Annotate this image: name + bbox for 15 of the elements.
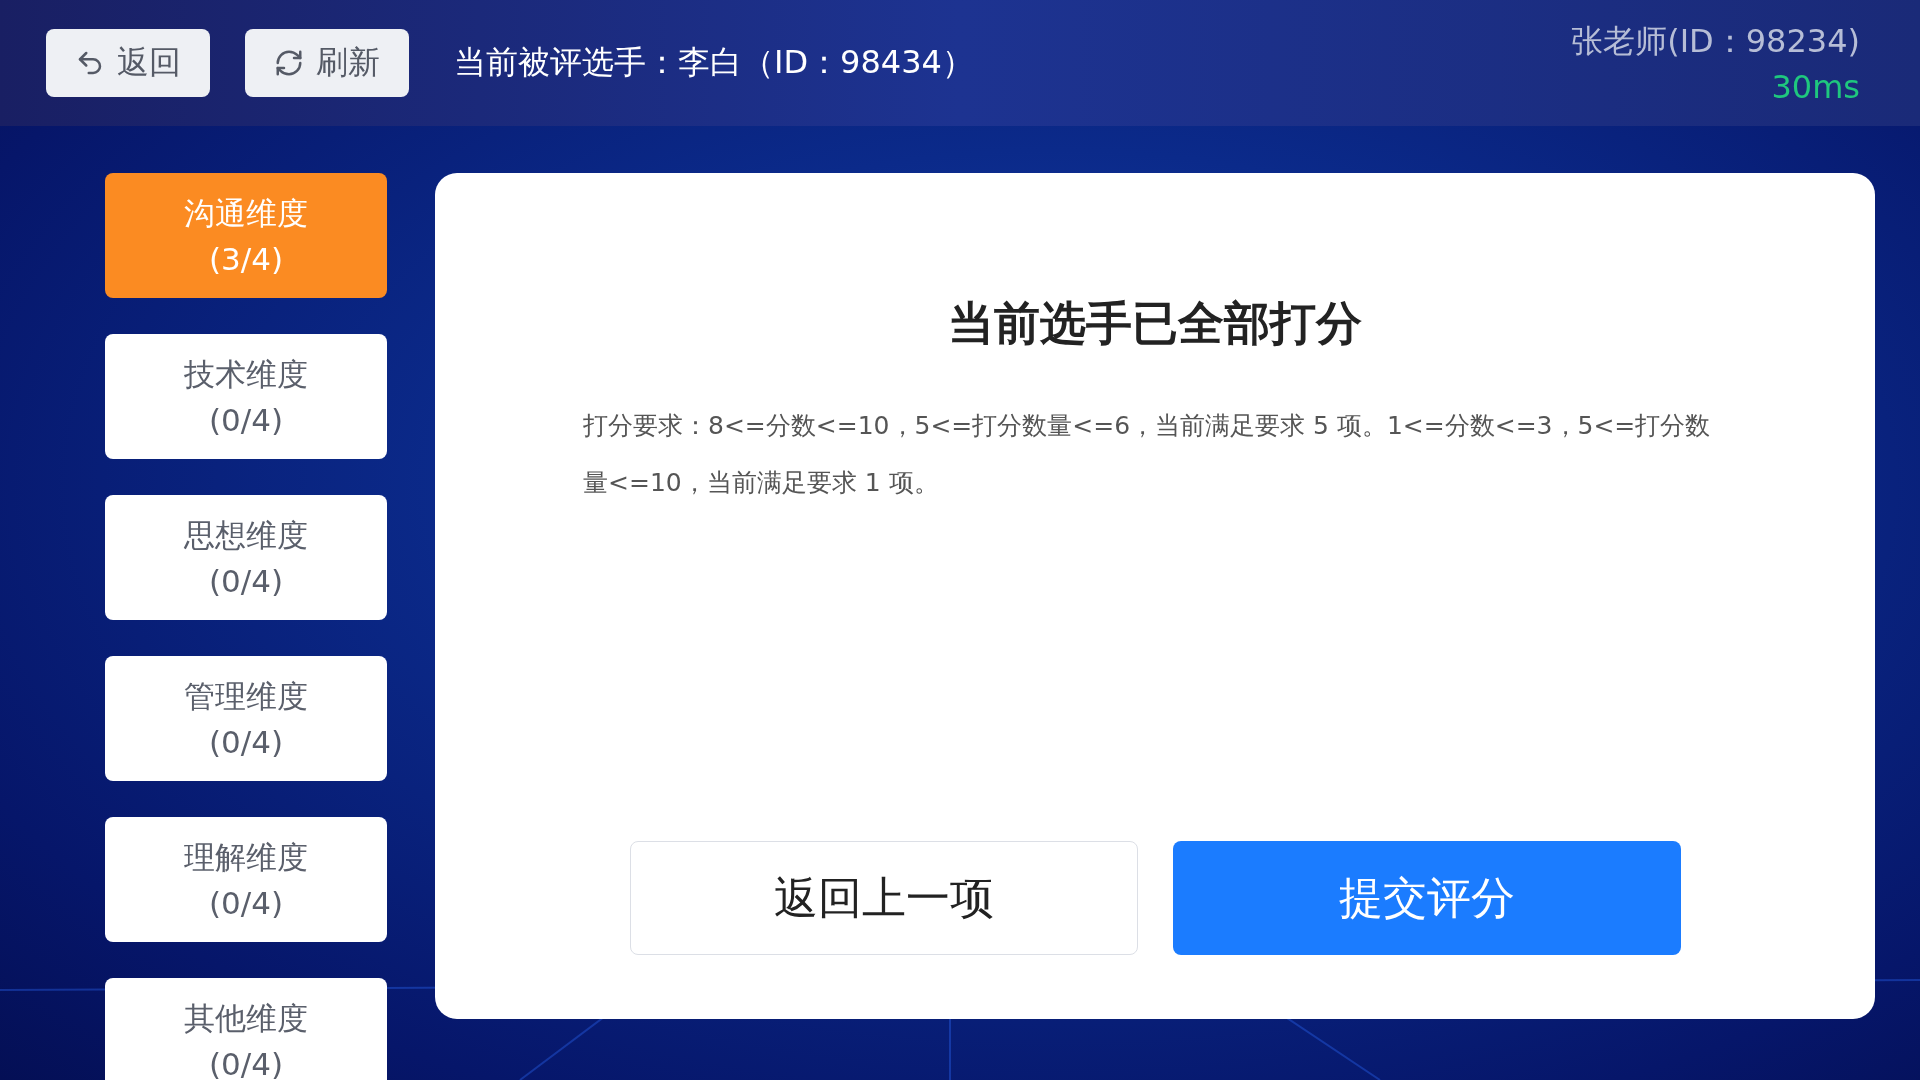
previous-button[interactable]: 返回上一项 bbox=[629, 841, 1138, 955]
refresh-icon bbox=[274, 48, 304, 78]
submit-button[interactable]: 提交评分 bbox=[1172, 841, 1681, 955]
latency-label: 30ms bbox=[1771, 68, 1860, 106]
refresh-button[interactable]: 刷新 bbox=[245, 29, 409, 97]
dimension-tab[interactable]: 其他维度 (0/4) bbox=[105, 978, 387, 1080]
current-player-label: 当前被评选手：李白（ID：98434） bbox=[454, 42, 974, 83]
dimension-tab[interactable]: 管理维度 (0/4) bbox=[105, 656, 387, 781]
dimension-tab[interactable]: 思想维度 (0/4) bbox=[105, 495, 387, 620]
dimension-tab[interactable]: 理解维度 (0/4) bbox=[105, 817, 387, 942]
back-button[interactable]: 返回 bbox=[46, 29, 210, 97]
judge-name: 张老师(ID：98234) bbox=[1571, 21, 1860, 62]
dimension-tab[interactable]: 技术维度 (0/4) bbox=[105, 334, 387, 459]
panel-title: 当前选手已全部打分 bbox=[948, 295, 1362, 352]
scoring-requirement: 打分要求：8<=分数<=10，5<=打分数量<=6，当前满足要求 5 项。1<=分数<=3，5<=打分数量<=10，当前满足要求 1 项。 bbox=[583, 410, 1712, 499]
